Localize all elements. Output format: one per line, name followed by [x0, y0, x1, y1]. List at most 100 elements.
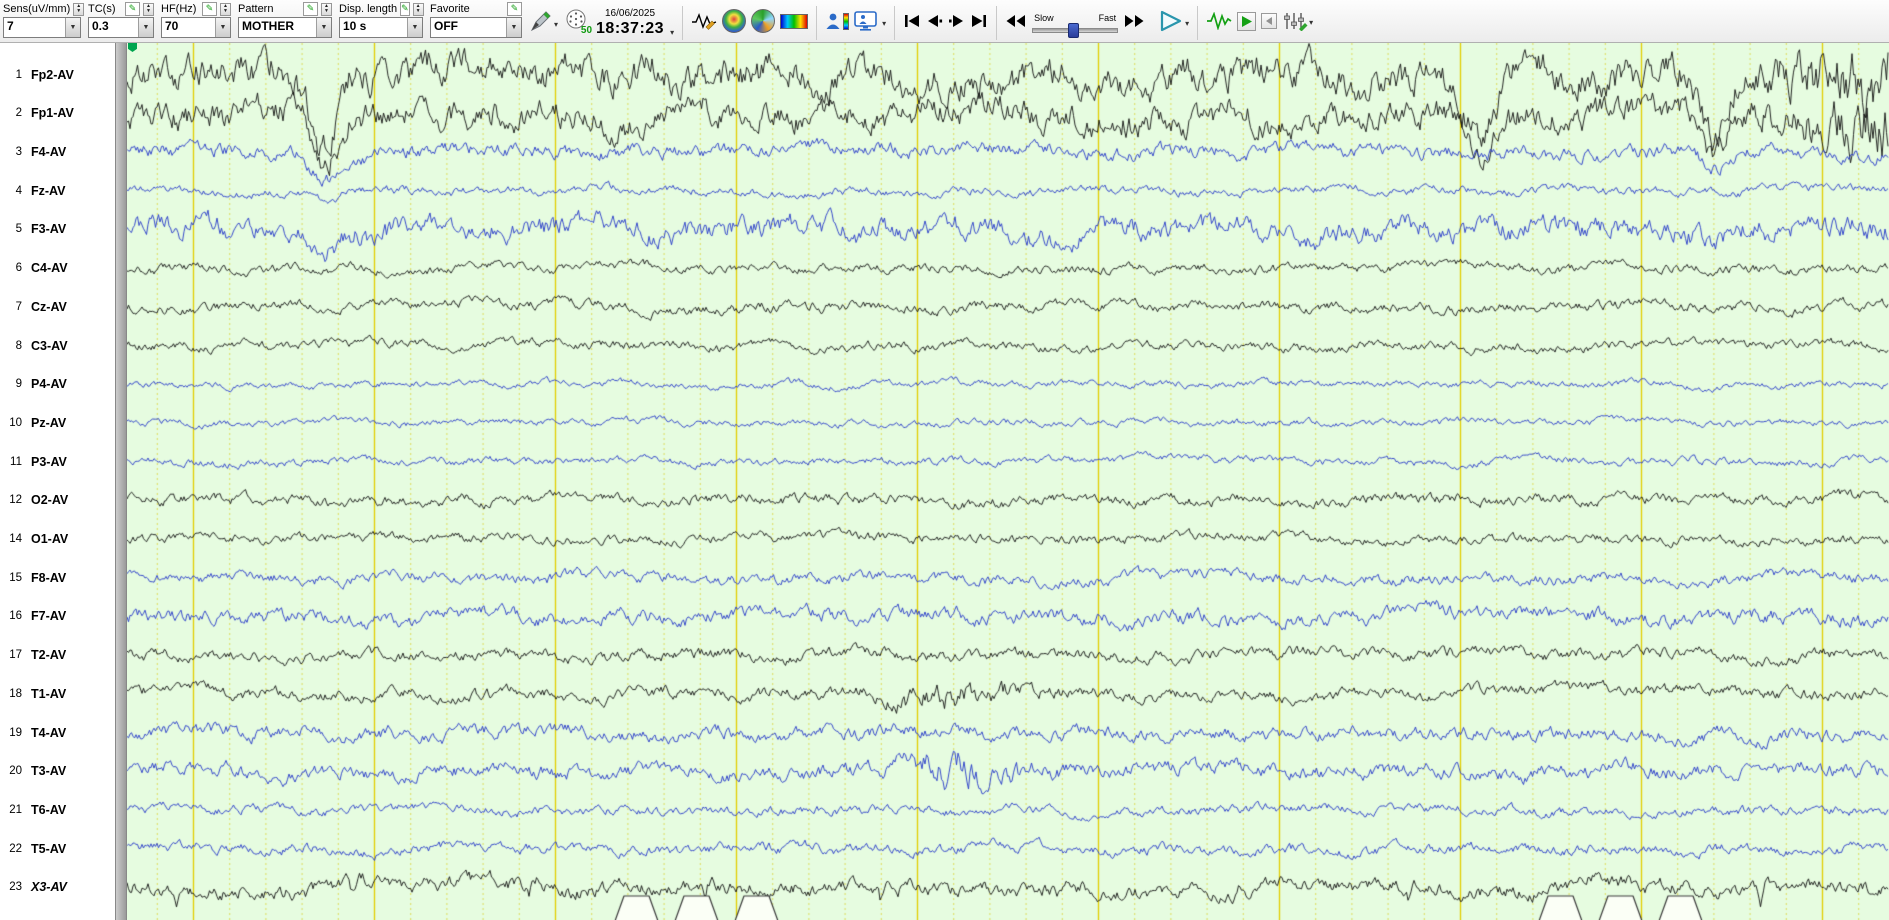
favorite-label: Favorite — [430, 3, 470, 15]
channel-row[interactable]: 15 F8-AV — [0, 570, 112, 586]
sensitivity-select[interactable]: 7 ▼ — [3, 17, 81, 38]
channel-row[interactable]: 1 Fp2-AV — [0, 67, 112, 83]
edit-icon[interactable]: ✎ — [202, 2, 218, 16]
channel-row[interactable]: 18 T1-AV — [0, 686, 112, 702]
time-constant-select[interactable]: 0.3 ▼ — [88, 17, 154, 38]
speed-slider[interactable] — [1032, 22, 1119, 38]
skip-to-end-button[interactable] — [970, 14, 988, 28]
skip-to-start-button[interactable] — [903, 14, 921, 28]
chevron-down-icon[interactable]: ▼ — [506, 18, 521, 37]
pattern-value: MOTHER — [242, 19, 294, 33]
display-length-spinner[interactable]: ▲ ▼ — [412, 2, 424, 16]
channel-row[interactable]: 2 Fp1-AV — [0, 105, 112, 121]
video-review-button[interactable]: ▾ — [854, 10, 886, 32]
channel-row[interactable]: 22 T5-AV — [0, 841, 112, 857]
pattern-spinner[interactable]: ▲ ▼ — [321, 2, 332, 16]
speed-slider-handle[interactable] — [1068, 22, 1080, 38]
step-back-button[interactable] — [926, 14, 943, 28]
chevron-down-icon[interactable]: ▾ — [1309, 18, 1313, 31]
channel-number: 20 — [9, 765, 22, 778]
chevron-down-icon[interactable]: ▼ — [407, 18, 422, 37]
edit-icon[interactable]: ✎ — [303, 2, 319, 16]
speed-down-button[interactable] — [1005, 14, 1027, 28]
channel-number: 15 — [9, 571, 22, 584]
play-button[interactable]: ▾ — [1158, 10, 1189, 32]
channel-row[interactable]: 19 T4-AV — [0, 725, 112, 741]
channel-row[interactable]: 16 F7-AV — [0, 608, 112, 624]
display-length-value: 10 s — [343, 19, 367, 33]
chevron-down-icon[interactable]: ▾ — [554, 20, 558, 33]
vertical-scrollbar[interactable] — [115, 43, 127, 920]
skip-start-icon — [905, 15, 920, 27]
sensitivity-spinner[interactable]: ▲ ▼ — [73, 2, 85, 16]
channel-number: 11 — [10, 455, 22, 468]
channel-row[interactable]: 14 O1-AV — [0, 531, 112, 547]
edit-icon[interactable]: ✎ — [507, 2, 522, 16]
favorite-select[interactable]: OFF ▼ — [430, 17, 522, 38]
pattern-select[interactable]: MOTHER ▼ — [238, 17, 332, 38]
channel-label: T3-AV — [31, 764, 67, 779]
chevron-down-icon[interactable]: ▼ — [65, 18, 80, 37]
channel-label: T1-AV — [31, 686, 67, 701]
pen-tool-button[interactable]: ▾ — [529, 9, 558, 33]
colormap-button[interactable] — [780, 13, 809, 29]
channel-label: T2-AV — [31, 648, 67, 663]
eeg-trace-area[interactable] — [127, 43, 1889, 920]
step-back-icon — [928, 15, 943, 27]
chevron-down-icon[interactable]: ▼ — [138, 18, 153, 37]
patient-info-button[interactable] — [825, 12, 850, 30]
high-filter-select[interactable]: 70 ▼ — [161, 17, 231, 38]
brain-map-button[interactable] — [722, 9, 747, 33]
start-review-button[interactable] — [1237, 11, 1257, 31]
chevron-down-icon[interactable]: ▾ — [882, 19, 886, 32]
speed-control: Slow Fast — [1032, 7, 1119, 38]
channel-number: 22 — [9, 842, 22, 855]
trace-analysis-button[interactable] — [1206, 12, 1232, 30]
channel-number: 3 — [15, 146, 22, 158]
channel-label: Cz-AV — [31, 299, 67, 314]
channel-number: 4 — [15, 184, 22, 197]
rewind-icon — [1006, 15, 1026, 27]
step-forward-button[interactable] — [948, 14, 965, 28]
edit-icon[interactable]: ✎ — [125, 2, 141, 16]
channel-number: 17 — [9, 649, 22, 662]
channel-row[interactable]: 17 T2-AV — [0, 647, 112, 663]
datetime-display: 16/06/2025 18:37:23 — [596, 4, 664, 38]
display-length-select[interactable]: 10 s ▼ — [339, 17, 423, 38]
speed-up-button[interactable] — [1123, 14, 1145, 28]
channel-row[interactable]: 9 P4-AV — [0, 376, 112, 392]
green-waveform-icon — [1207, 12, 1232, 30]
slow-label: Slow — [1034, 12, 1054, 23]
channel-label: O1-AV — [31, 532, 69, 546]
fast-forward-icon — [1125, 15, 1144, 27]
waveform-edit-button[interactable] — [691, 12, 717, 30]
channel-row[interactable]: 8 C3-AV — [0, 338, 112, 354]
page-back-button[interactable] — [1261, 13, 1278, 29]
time-constant-value: 0.3 — [92, 19, 109, 33]
channel-row[interactable]: 3 F4-AV — [0, 144, 112, 160]
favorite-control: Favorite ✎ OFF ▼ — [430, 1, 522, 38]
high-filter-spinner[interactable]: ▲ ▼ — [220, 2, 231, 16]
channel-row[interactable]: 23 X3-AV — [0, 879, 112, 895]
channel-row[interactable]: 6 C4-AV — [0, 260, 112, 276]
channel-row[interactable]: 4 Fz-AV — [0, 183, 112, 199]
datetime-dropdown-icon[interactable]: ▾ — [670, 28, 674, 41]
channel-row[interactable]: 12 O2-AV — [0, 492, 112, 508]
montage-editor-button[interactable]: ▾ — [1282, 11, 1313, 31]
channel-row[interactable]: 10 Pz-AV — [0, 415, 112, 431]
channel-row[interactable]: 11 P3-AV — [0, 454, 112, 470]
time-constant-control: TC(s) ✎ ▲ ▼ 0.3 ▼ — [88, 1, 154, 38]
chevron-down-icon[interactable]: ▼ — [316, 18, 331, 37]
channel-row[interactable]: 5 F3-AV — [0, 221, 112, 237]
electrode-map-button[interactable]: 50 — [563, 8, 592, 36]
edit-icon[interactable]: ✎ — [400, 2, 410, 16]
chevron-down-icon[interactable]: ▼ — [215, 18, 230, 37]
channel-row[interactable]: 20 T3-AV — [0, 763, 112, 779]
chevron-down-icon[interactable]: ▾ — [1185, 19, 1189, 32]
channel-row[interactable]: 21 T6-AV — [0, 802, 112, 818]
head-3d-button[interactable] — [751, 9, 776, 33]
time-constant-spinner[interactable]: ▲ ▼ — [143, 2, 154, 16]
channel-row[interactable]: 7 Cz-AV — [0, 299, 112, 315]
step-forward-icon — [949, 15, 964, 27]
date-label: 16/06/2025 — [605, 8, 656, 20]
